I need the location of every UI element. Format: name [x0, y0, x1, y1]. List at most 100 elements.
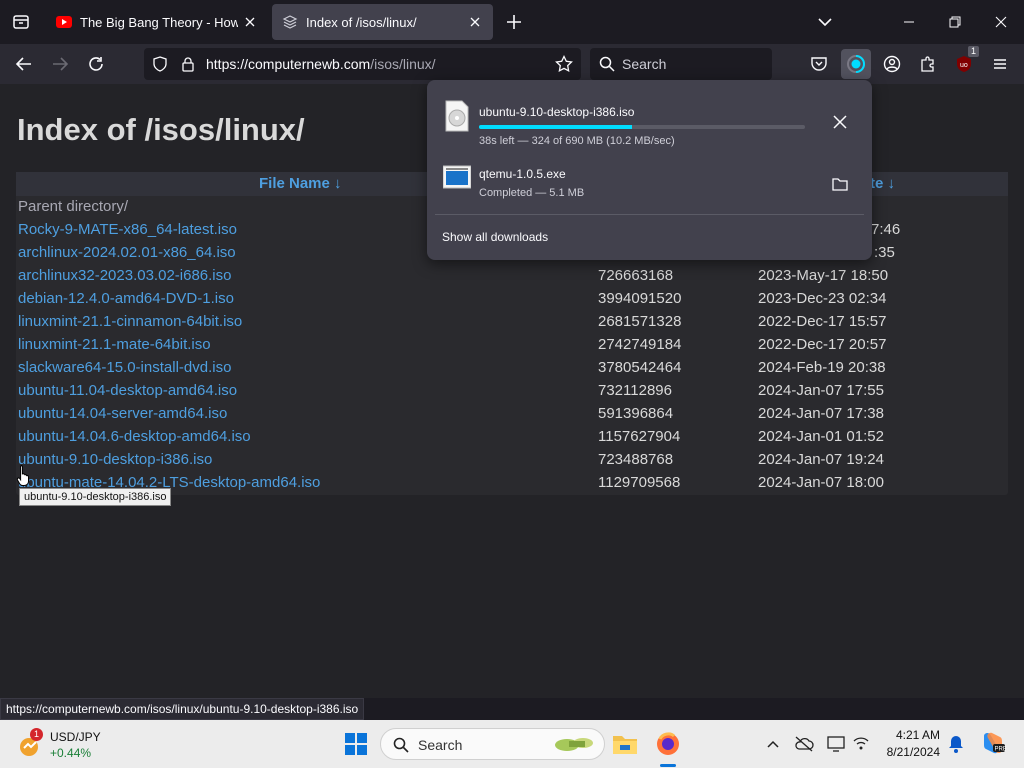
bookmark-star-icon[interactable] [555, 55, 573, 73]
network-icon [853, 737, 869, 750]
table-row: linuxmint-21.1-mate-64bit.iso 2742749184 2… [18, 334, 1006, 357]
downloads-button[interactable] [841, 49, 871, 79]
address-bar[interactable]: https://computernewb.com/isos/linux/ [144, 48, 581, 80]
download-progress-bar [479, 125, 805, 129]
copilot-icon: PRE [984, 732, 1007, 754]
table-row: ubuntu-9.10-desktop-i386.iso 723488768 202… [18, 449, 1006, 472]
link-tooltip: ubuntu-9.10-desktop-i386.iso [19, 488, 172, 506]
download-item[interactable]: qtemu-1.0.5.exe Completed — 5.1 MB [435, 150, 864, 206]
search-icon [393, 737, 409, 753]
show-all-downloads-button[interactable]: Show all downloads [442, 230, 548, 244]
firefox-view-icon [13, 15, 29, 29]
active-app-indicator [660, 764, 676, 767]
close-tab-icon[interactable] [467, 14, 483, 30]
show-in-folder-button[interactable] [828, 172, 852, 196]
clock-time: 4:21 AM [895, 728, 940, 742]
download-progress-icon [847, 55, 865, 73]
pocket-icon [811, 57, 827, 71]
forward-arrow-icon [53, 57, 69, 71]
svg-text:PRE: PRE [995, 747, 1007, 753]
taskbar-search-label: Search [418, 737, 463, 753]
taskbar-search[interactable]: Search [380, 728, 605, 760]
file-size: 3780542464 [598, 359, 682, 376]
file-link[interactable]: archlinux-2024.02.01-x86_64.iso [18, 244, 236, 261]
file-date: 2024-Jan-07 17:55 [758, 382, 884, 399]
tab-index-of-isos-linux[interactable]: Index of /isos/linux/ [272, 4, 493, 40]
app-menu-button[interactable] [988, 52, 1012, 76]
file-link[interactable]: ubuntu-14.04-server-amd64.iso [18, 405, 227, 422]
account-button[interactable] [880, 52, 904, 76]
system-clock[interactable]: 4:21 AM 8/21/2024 [878, 727, 940, 761]
file-size: 591396864 [598, 405, 674, 422]
tracking-protection-shield-icon[interactable] [152, 56, 168, 72]
reload-button[interactable] [84, 52, 108, 76]
tab-big-bang-theory[interactable]: The Big Bang Theory - Howard [46, 4, 268, 40]
clock-date: 8/21/2024 [886, 745, 940, 759]
url-text[interactable]: https://computernewb.com/isos/linux/ [206, 56, 436, 72]
file-explorer-button[interactable] [609, 728, 641, 760]
list-all-tabs-button[interactable] [815, 12, 835, 32]
file-link[interactable]: ubuntu-9.10-desktop-i386.iso [18, 451, 212, 468]
file-date: 2023-May-17 18:50 [758, 267, 889, 284]
back-button[interactable] [12, 52, 36, 76]
file-link[interactable]: Rocky-9-MATE-x86_64-latest.iso [18, 221, 237, 238]
puzzle-piece-icon [921, 56, 934, 72]
show-hidden-icons-button[interactable] [763, 734, 783, 754]
restore-icon [949, 16, 961, 28]
cancel-download-button[interactable] [828, 110, 852, 134]
table-row: linuxmint-21.1-cinnamon-64bit.iso 2681571… [18, 311, 1006, 334]
restore-button[interactable] [932, 0, 978, 44]
cloud-offline-icon [795, 736, 814, 752]
ticker-label: USD/JPY [50, 730, 101, 744]
minimize-button[interactable] [886, 0, 932, 44]
new-tab-button[interactable] [502, 10, 526, 34]
forward-button[interactable] [48, 52, 72, 76]
file-date: 7:46 [871, 221, 901, 238]
start-button[interactable] [340, 728, 372, 760]
close-icon [995, 16, 1007, 28]
search-bar[interactable]: Search [590, 48, 772, 80]
download-item[interactable]: ubuntu-9.10-desktop-i386.iso 38s left — … [435, 88, 864, 147]
close-tab-icon[interactable] [242, 14, 258, 30]
file-link[interactable]: debian-12.4.0-amd64-DVD-1.iso [18, 290, 234, 307]
file-size: 1157627904 [598, 428, 681, 445]
table-row: ubuntu-14.04.6-desktop-amd64.iso 11576279… [18, 426, 1006, 449]
onedrive-button[interactable] [794, 734, 814, 754]
parent-directory-link[interactable]: Parent directory/ [18, 198, 128, 215]
copilot-button[interactable]: PRE [980, 730, 1006, 756]
reload-icon [89, 57, 103, 71]
file-link[interactable]: linuxmint-21.1-cinnamon-64bit.iso [18, 313, 242, 330]
notifications-button[interactable] [946, 734, 966, 754]
chevron-up-icon [767, 740, 779, 748]
firefox-taskbar-button[interactable] [652, 728, 684, 767]
display-button[interactable] [826, 734, 846, 754]
widgets-button[interactable]: 1 USD/JPY +0.44% [16, 728, 126, 760]
file-link[interactable]: linuxmint-21.1-mate-64bit.iso [18, 336, 211, 353]
file-link[interactable]: ubuntu-11.04-desktop-amd64.iso [18, 382, 237, 399]
search-icon [599, 56, 615, 72]
network-volume-button[interactable] [851, 734, 871, 754]
youtube-icon [56, 16, 72, 28]
file-size: 2681571328 [598, 313, 682, 330]
folder-icon [832, 178, 848, 191]
close-window-button[interactable] [978, 0, 1024, 44]
site-favicon-icon [282, 15, 298, 29]
account-icon [883, 55, 901, 73]
file-link[interactable]: slackware64-15.0-install-dvd.iso [18, 359, 231, 376]
date-column-header[interactable]: te ↓ [870, 175, 895, 192]
ublock-origin-icon: uo [957, 56, 971, 72]
firefox-view-button[interactable] [0, 0, 42, 44]
extensions-button[interactable] [916, 52, 940, 76]
widget-badge: 1 [30, 728, 43, 741]
pocket-button[interactable] [807, 52, 831, 76]
file-link[interactable]: ubuntu-14.04.6-desktop-amd64.iso [18, 428, 251, 445]
tab-title: Index of /isos/linux/ [306, 14, 417, 30]
file-link[interactable]: archlinux32-2023.03.02-i686.iso [18, 267, 231, 284]
file-size: 1129709568 [598, 474, 681, 491]
file-name-column-header[interactable]: File Name ↓ [259, 175, 342, 192]
lock-icon[interactable] [180, 56, 196, 72]
table-row: ubuntu-11.04-desktop-amd64.iso 732112896 2… [18, 380, 1006, 403]
iso-file-icon [445, 100, 469, 132]
ticker-change: +0.44% [50, 746, 92, 760]
ublock-origin-button[interactable]: uo 1 [952, 46, 979, 76]
